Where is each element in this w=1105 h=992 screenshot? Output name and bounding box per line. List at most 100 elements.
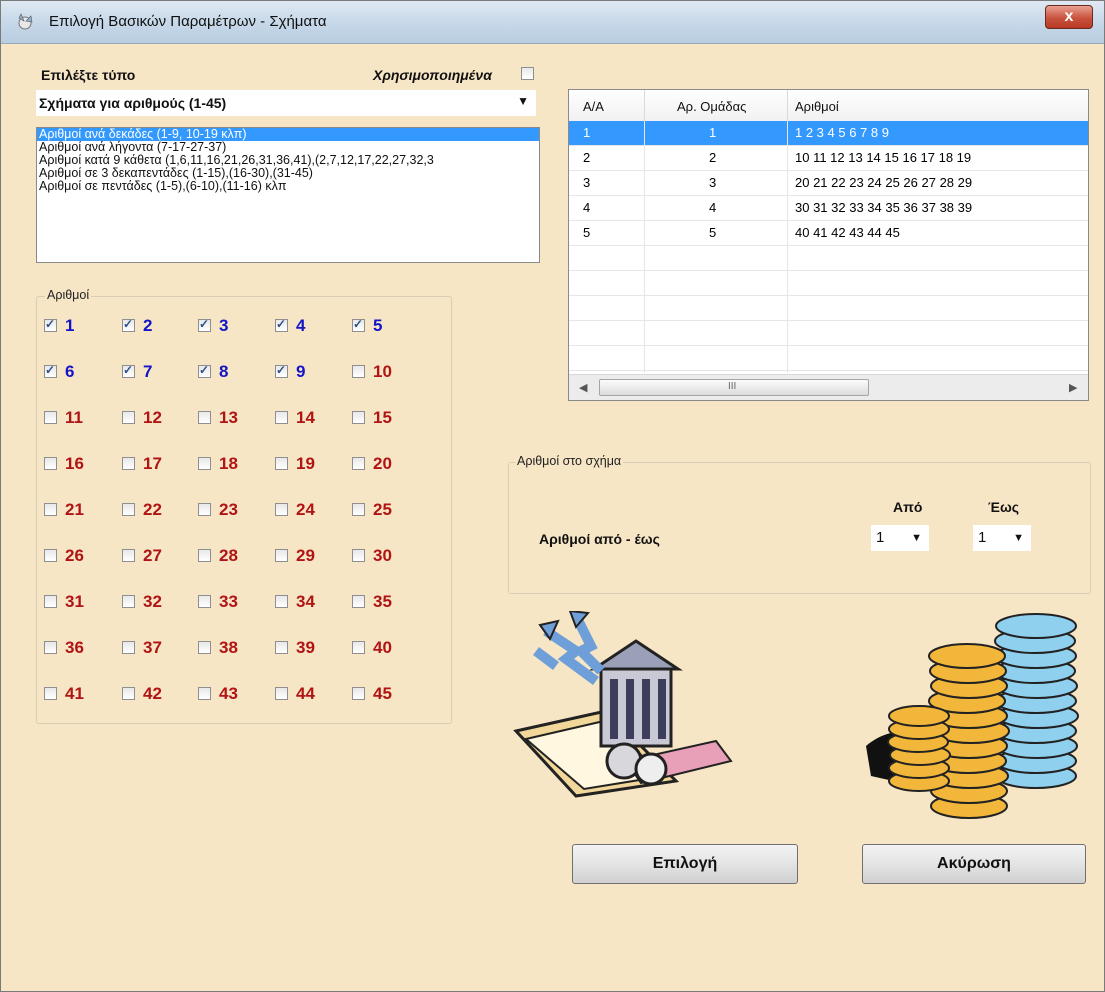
number-checkbox-24[interactable]: 24 — [275, 500, 337, 520]
number-checkbox-42[interactable]: 42 — [122, 684, 184, 704]
table-row[interactable] — [569, 321, 1088, 346]
table-row[interactable] — [569, 296, 1088, 321]
number-checkbox-27[interactable]: 27 — [122, 546, 184, 566]
number-checkbox-33[interactable]: 33 — [198, 592, 260, 612]
number-checkbox-44[interactable]: 44 — [275, 684, 337, 704]
horizontal-scrollbar[interactable]: ◀ III ▶ — [569, 374, 1088, 400]
number-checkbox-28[interactable]: 28 — [198, 546, 260, 566]
number-checkbox-30[interactable]: 30 — [352, 546, 414, 566]
checkbox[interactable] — [275, 363, 288, 378]
checkbox[interactable] — [275, 317, 288, 332]
number-checkbox-2[interactable]: 2 — [122, 316, 184, 336]
list-item[interactable]: Αριθμοί σε πεντάδες (1-5),(6-10),(11-16)… — [37, 180, 539, 193]
checkbox[interactable] — [352, 317, 365, 332]
table-row[interactable] — [569, 271, 1088, 296]
select-button[interactable]: Επιλογή — [572, 844, 798, 884]
checkbox[interactable] — [275, 457, 288, 470]
scroll-left-icon[interactable]: ◀ — [579, 381, 587, 394]
header-aa[interactable]: A/A — [583, 99, 604, 114]
checkbox[interactable] — [122, 595, 135, 608]
used-checkbox[interactable] — [521, 67, 534, 80]
number-checkbox-16[interactable]: 16 — [44, 454, 106, 474]
checkbox[interactable] — [44, 411, 57, 424]
table-row[interactable]: 1 1 1 2 3 4 5 6 7 8 9 — [569, 121, 1088, 146]
number-checkbox-36[interactable]: 36 — [44, 638, 106, 658]
table-row[interactable]: 3 3 20 21 22 23 24 25 26 27 28 29 — [569, 171, 1088, 196]
type-combo[interactable]: Σχήματα για αριθμούς (1-45) ▼ — [36, 90, 536, 116]
checkbox[interactable] — [122, 503, 135, 516]
checkbox[interactable] — [198, 503, 211, 516]
number-checkbox-4[interactable]: 4 — [275, 316, 337, 336]
number-checkbox-10[interactable]: 10 — [352, 362, 414, 382]
number-checkbox-11[interactable]: 11 — [44, 408, 106, 428]
checkbox[interactable] — [122, 363, 135, 378]
shapes-listbox[interactable]: Αριθμοί ανά δεκάδες (1-9, 10-19 κλπ) Αριθ… — [36, 127, 540, 263]
checkbox[interactable] — [275, 687, 288, 700]
number-checkbox-41[interactable]: 41 — [44, 684, 106, 704]
number-checkbox-23[interactable]: 23 — [198, 500, 260, 520]
to-combo[interactable]: 1 ▼ — [973, 525, 1031, 551]
checkbox[interactable] — [352, 641, 365, 654]
number-checkbox-5[interactable]: 5 — [352, 316, 414, 336]
checkbox[interactable] — [44, 549, 57, 562]
number-checkbox-45[interactable]: 45 — [352, 684, 414, 704]
cancel-button[interactable]: Ακύρωση — [862, 844, 1086, 884]
checkbox[interactable] — [275, 411, 288, 424]
number-checkbox-22[interactable]: 22 — [122, 500, 184, 520]
number-checkbox-25[interactable]: 25 — [352, 500, 414, 520]
checkbox[interactable] — [198, 641, 211, 654]
number-checkbox-15[interactable]: 15 — [352, 408, 414, 428]
number-checkbox-35[interactable]: 35 — [352, 592, 414, 612]
checkbox[interactable] — [122, 687, 135, 700]
checkbox[interactable] — [122, 549, 135, 562]
close-button[interactable]: x — [1045, 5, 1093, 29]
checkbox[interactable] — [44, 457, 57, 470]
number-checkbox-9[interactable]: 9 — [275, 362, 337, 382]
number-checkbox-7[interactable]: 7 — [122, 362, 184, 382]
number-checkbox-8[interactable]: 8 — [198, 362, 260, 382]
checkbox[interactable] — [352, 595, 365, 608]
number-checkbox-40[interactable]: 40 — [352, 638, 414, 658]
number-checkbox-1[interactable]: 1 — [44, 316, 106, 336]
checkbox[interactable] — [198, 549, 211, 562]
table-row[interactable] — [569, 346, 1088, 371]
checkbox[interactable] — [122, 457, 135, 470]
number-checkbox-19[interactable]: 19 — [275, 454, 337, 474]
checkbox[interactable] — [198, 595, 211, 608]
scroll-right-icon[interactable]: ▶ — [1069, 381, 1077, 394]
number-checkbox-39[interactable]: 39 — [275, 638, 337, 658]
checkbox[interactable] — [44, 641, 57, 654]
number-checkbox-26[interactable]: 26 — [44, 546, 106, 566]
number-checkbox-43[interactable]: 43 — [198, 684, 260, 704]
groups-grid[interactable]: A/A Αρ. Ομάδας Αριθμοί 1 1 1 2 3 4 5 6 7 8… — [568, 89, 1089, 401]
checkbox[interactable] — [275, 503, 288, 516]
number-checkbox-34[interactable]: 34 — [275, 592, 337, 612]
checkbox[interactable] — [122, 317, 135, 332]
number-checkbox-6[interactable]: 6 — [44, 362, 106, 382]
number-checkbox-38[interactable]: 38 — [198, 638, 260, 658]
number-checkbox-14[interactable]: 14 — [275, 408, 337, 428]
checkbox[interactable] — [44, 503, 57, 516]
scroll-thumb[interactable]: III — [599, 379, 869, 396]
number-checkbox-13[interactable]: 13 — [198, 408, 260, 428]
checkbox[interactable] — [198, 687, 211, 700]
checkbox[interactable] — [275, 641, 288, 654]
table-row[interactable]: 4 4 30 31 32 33 34 35 36 37 38 39 — [569, 196, 1088, 221]
checkbox[interactable] — [44, 687, 57, 700]
checkbox[interactable] — [352, 687, 365, 700]
checkbox[interactable] — [122, 411, 135, 424]
checkbox[interactable] — [44, 363, 57, 378]
checkbox[interactable] — [122, 641, 135, 654]
number-checkbox-20[interactable]: 20 — [352, 454, 414, 474]
checkbox[interactable] — [352, 365, 365, 378]
checkbox[interactable] — [198, 363, 211, 378]
checkbox[interactable] — [352, 503, 365, 516]
checkbox[interactable] — [44, 595, 57, 608]
number-checkbox-37[interactable]: 37 — [122, 638, 184, 658]
checkbox[interactable] — [198, 411, 211, 424]
header-group-number[interactable]: Αρ. Ομάδας — [677, 99, 746, 114]
number-checkbox-3[interactable]: 3 — [198, 316, 260, 336]
checkbox[interactable] — [44, 317, 57, 332]
number-checkbox-12[interactable]: 12 — [122, 408, 184, 428]
checkbox[interactable] — [198, 457, 211, 470]
